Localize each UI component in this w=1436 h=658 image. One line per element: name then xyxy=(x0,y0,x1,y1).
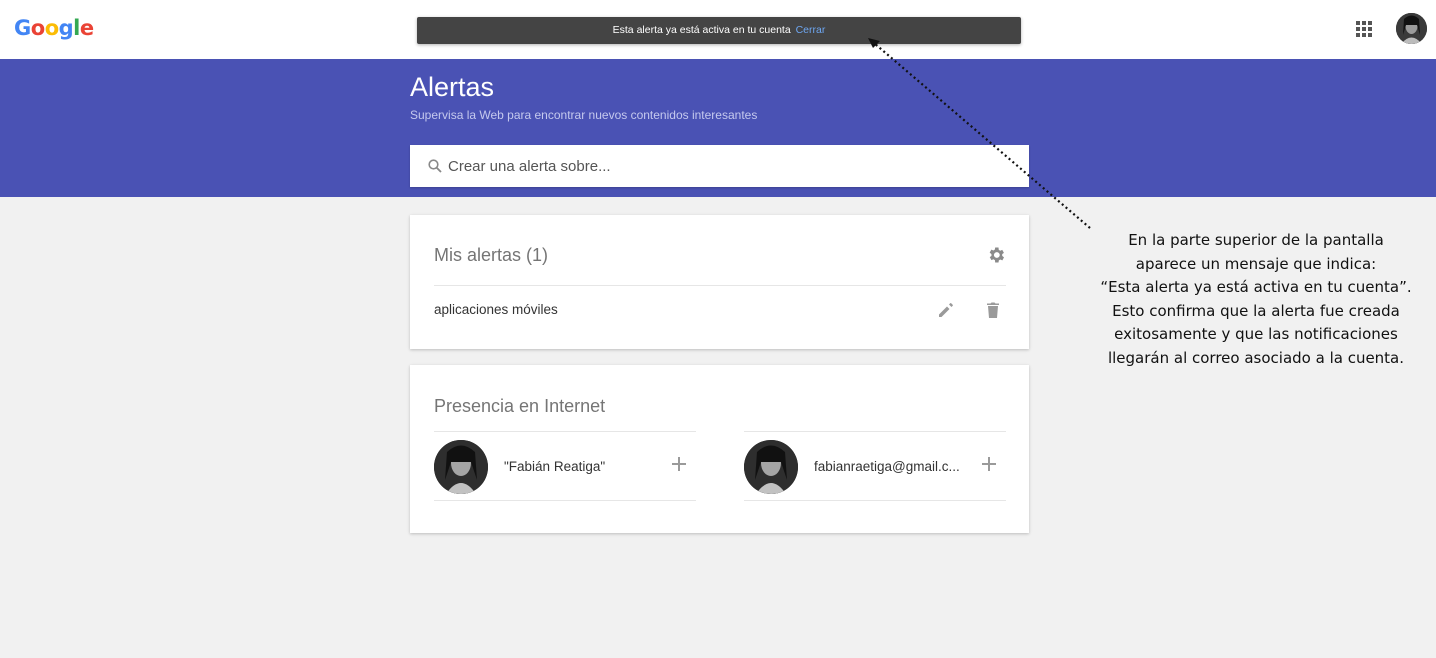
toast-message: Esta alerta ya está activa en tu cuenta xyxy=(612,24,791,36)
avatar-image xyxy=(1396,13,1427,44)
pencil-icon[interactable] xyxy=(937,301,955,319)
toast-close-link[interactable]: Cerrar xyxy=(796,24,826,36)
presence-name: "Fabián Reatiga" xyxy=(504,459,606,474)
my-alerts-title-text: Mis alertas xyxy=(434,245,522,265)
plus-icon[interactable] xyxy=(671,456,687,472)
logo-letter: g xyxy=(58,16,74,40)
my-alerts-title: Mis alertas (1) xyxy=(434,245,548,266)
annotation-note: En la parte superior de la pantalla apar… xyxy=(1090,229,1422,370)
presence-item[interactable]: "Fabián Reatiga" xyxy=(434,431,696,501)
alert-query: aplicaciones móviles xyxy=(434,302,558,317)
create-alert-input[interactable] xyxy=(448,145,1018,187)
avatar xyxy=(744,440,798,494)
google-logo-text: Google xyxy=(14,16,94,40)
annotation-line: aparece un mensaje que indica: xyxy=(1135,254,1377,273)
alert-list-item[interactable]: aplicaciones móviles xyxy=(434,286,1006,332)
gear-icon[interactable] xyxy=(986,245,1006,265)
annotation-line: exitosamente y que las notificaciones xyxy=(1114,325,1398,343)
presence-title: Presencia en Internet xyxy=(434,396,606,416)
logo-letter: l xyxy=(73,16,80,40)
top-bar: Google Esta alerta ya está activa en tu … xyxy=(0,0,1436,59)
annotation-line: “Esta alerta ya está activa en tu cuenta… xyxy=(1100,278,1412,296)
annotation-line: llegarán al correo asociado a la cuenta. xyxy=(1107,348,1405,367)
logo-letter: o xyxy=(30,16,45,40)
apps-grid-icon[interactable] xyxy=(1354,19,1374,39)
page-title: Alertas xyxy=(410,72,495,102)
logo-letter: G xyxy=(14,16,31,40)
logo-letter: e xyxy=(79,16,94,40)
presence-item[interactable]: fabianraetiga@gmail.c... xyxy=(744,431,1006,501)
my-alerts-count: (1) xyxy=(526,245,549,265)
avatar xyxy=(434,440,488,494)
search-icon xyxy=(428,159,442,173)
presence-email: fabianraetiga@gmail.c... xyxy=(814,459,960,474)
page-subtitle: Supervisa la Web para encontrar nuevos c… xyxy=(410,108,758,122)
toast-notification: Esta alerta ya está activa en tu cuenta … xyxy=(417,17,1021,44)
plus-icon[interactable] xyxy=(981,456,997,472)
create-alert-search xyxy=(410,145,1029,187)
google-logo[interactable]: Google xyxy=(14,16,94,40)
internet-presence-card: Presencia en Internet "Fabián Reatiga" f… xyxy=(410,365,1029,533)
my-alerts-card: Mis alertas (1) aplicaciones móviles xyxy=(410,215,1029,349)
logo-letter: o xyxy=(44,16,59,40)
alerts-hero: Alertas Supervisa la Web para encontrar … xyxy=(0,59,1436,197)
trash-icon[interactable] xyxy=(985,301,1001,319)
profile-avatar[interactable] xyxy=(1396,13,1427,44)
annotation-line: En la parte superior de la pantalla xyxy=(1128,231,1384,249)
annotation-line: Esto confirma que la alerta fue creada xyxy=(1112,301,1400,320)
